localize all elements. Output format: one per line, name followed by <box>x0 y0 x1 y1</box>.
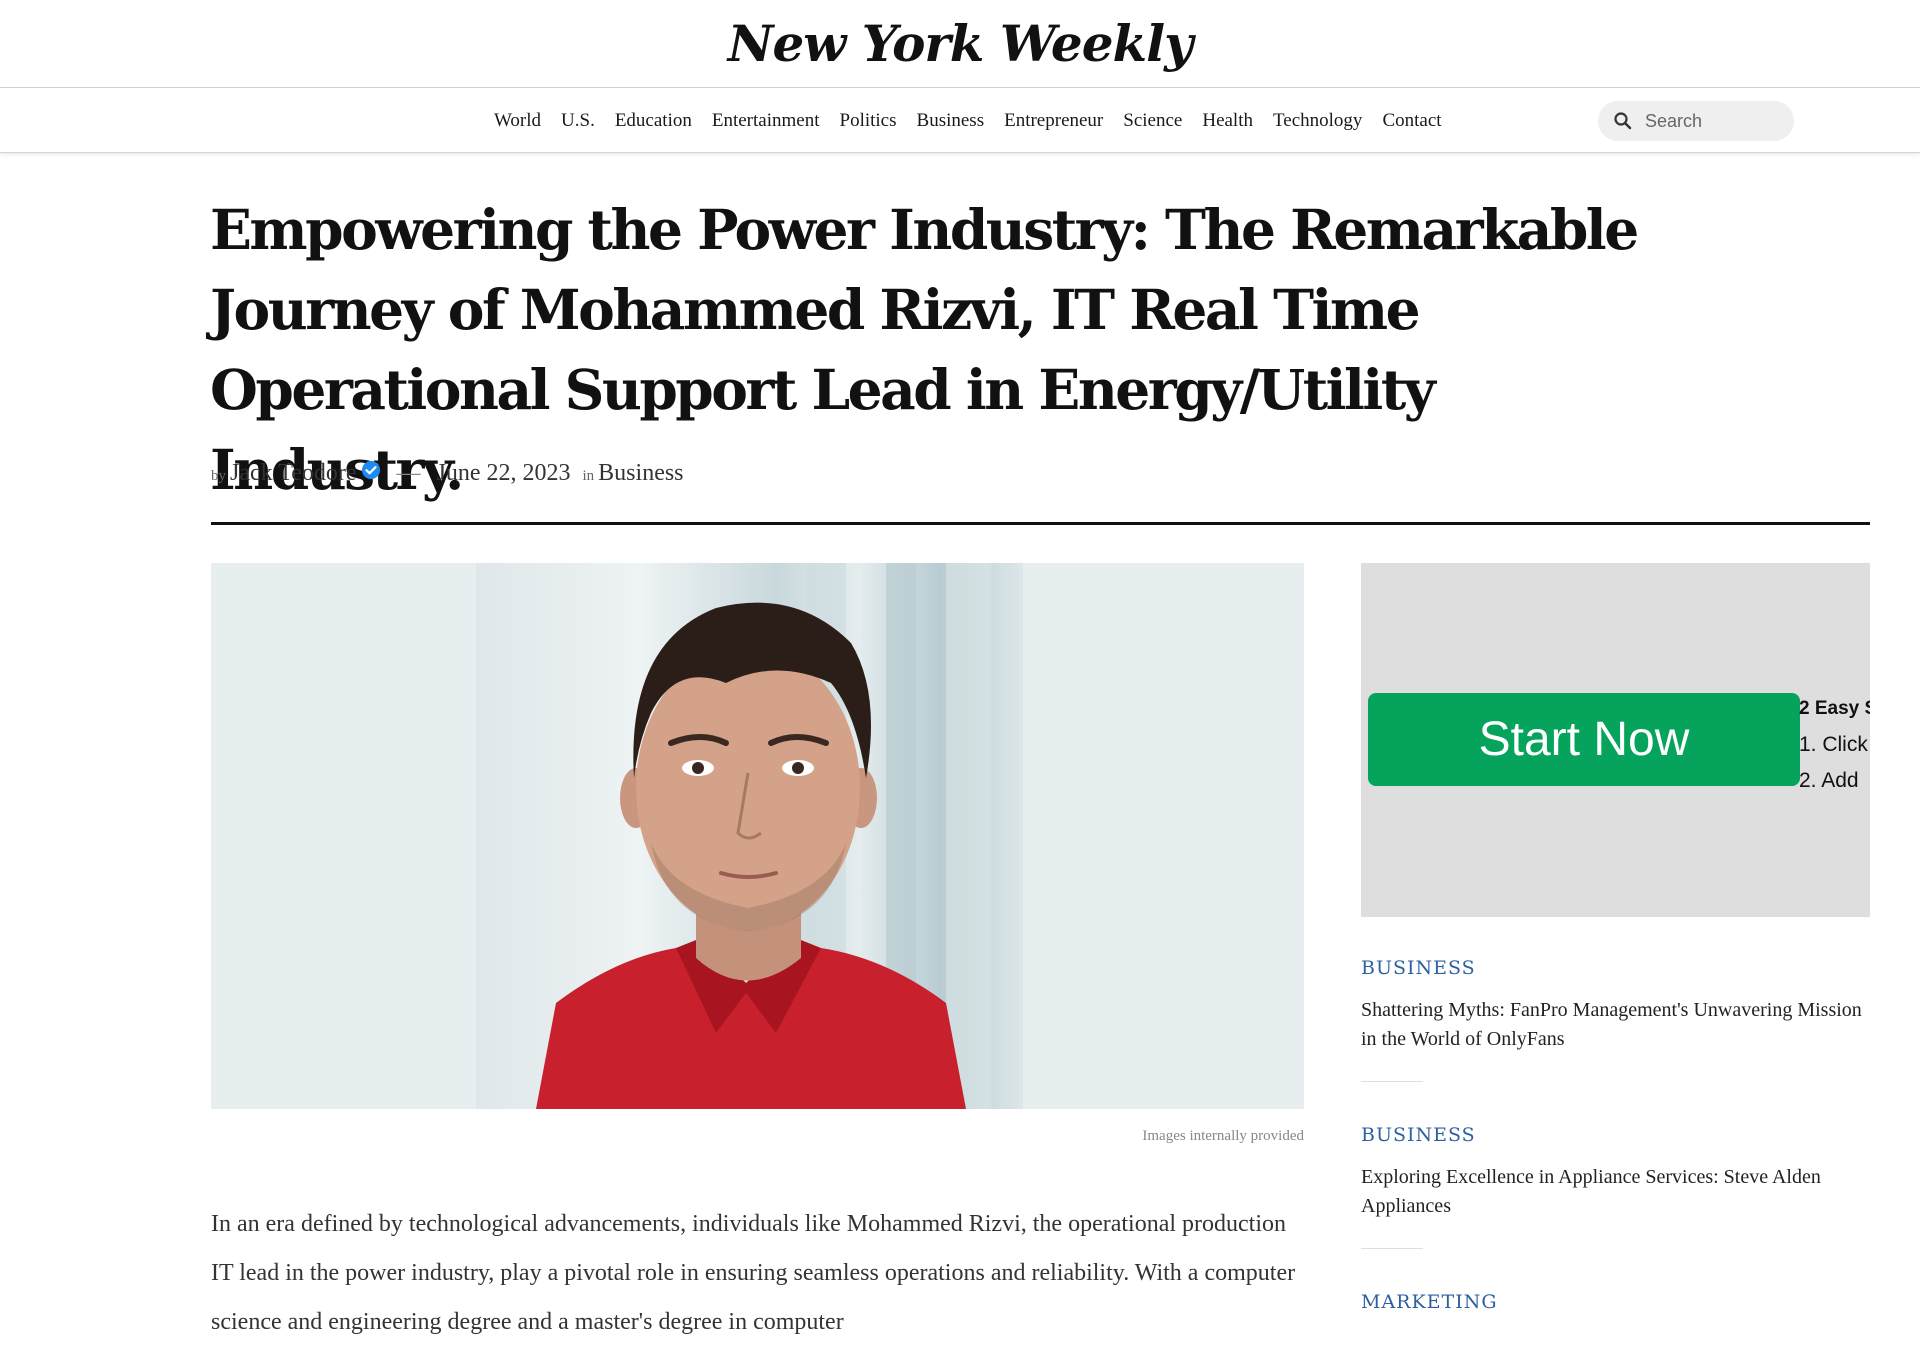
nav-item-us[interactable]: U.S. <box>561 110 595 132</box>
nav-item-business[interactable]: Business <box>917 110 985 132</box>
sidebar-post-category[interactable]: BUSINESS <box>1361 1124 1870 1146</box>
ad-steps-title: 2 Easy S <box>1799 698 1870 719</box>
nav-item-politics[interactable]: Politics <box>840 110 897 132</box>
site-logo[interactable]: New York Weekly <box>728 14 1193 73</box>
meta-separator: — <box>396 460 421 486</box>
featured-image <box>211 563 1304 1109</box>
author-portrait <box>476 563 1023 1109</box>
sidebar-post-category[interactable]: BUSINESS <box>1361 957 1870 979</box>
in-label: in <box>582 468 595 484</box>
masthead: New York Weekly <box>0 0 1920 88</box>
ad-step-2: 2. Add <box>1799 769 1859 792</box>
nav-item-health[interactable]: Health <box>1202 110 1253 132</box>
sidebar-post-title[interactable]: Exploring Excellence in Appliance Servic… <box>1361 1163 1870 1221</box>
main-nav: World U.S. Education Entertainment Polit… <box>0 88 1920 153</box>
sidebar-post: BUSINESS Exploring Excellence in Applian… <box>1361 1124 1870 1249</box>
nav-item-world[interactable]: World <box>494 110 541 132</box>
search-input[interactable] <box>1645 110 1785 132</box>
by-label: by <box>211 468 226 484</box>
header-divider <box>211 522 1870 525</box>
author-link[interactable]: Jack Teodore <box>230 460 357 487</box>
sidebar-divider <box>1361 1081 1423 1082</box>
verified-badge-icon <box>361 461 380 479</box>
search-box[interactable] <box>1598 101 1794 141</box>
image-caption: Images internally provided <box>1142 1128 1304 1144</box>
sidebar-post-category[interactable]: MARKETING <box>1361 1291 1870 1313</box>
nav-item-contact[interactable]: Contact <box>1382 110 1441 132</box>
publish-date: June 22, 2023 <box>436 460 571 486</box>
nav-menu: World U.S. Education Entertainment Polit… <box>494 88 1462 153</box>
nav-item-entertainment[interactable]: Entertainment <box>712 110 820 132</box>
ad-steps: 2 Easy S 1. Click 2. Add <box>1799 691 1870 799</box>
sidebar-post: BUSINESS Shattering Myths: FanPro Manage… <box>1361 957 1870 1082</box>
nav-item-technology[interactable]: Technology <box>1273 110 1362 132</box>
search-icon[interactable] <box>1613 111 1633 131</box>
sidebar-post-title[interactable]: Shattering Myths: FanPro Management's Un… <box>1361 996 1870 1054</box>
sidebar-divider <box>1361 1248 1423 1249</box>
nav-item-entrepreneur[interactable]: Entrepreneur <box>1004 110 1103 132</box>
category-link[interactable]: Business <box>598 460 683 487</box>
nav-item-science[interactable]: Science <box>1123 110 1182 132</box>
ad-step-1: 1. Click <box>1799 733 1868 756</box>
sidebar-ad[interactable]: Start Now 2 Easy S 1. Click 2. Add <box>1361 563 1870 917</box>
sidebar-post: MARKETING <box>1361 1291 1870 1313</box>
article-meta: by Jack Teodore — June 22, 2023 in Busin… <box>211 460 684 487</box>
nav-item-education[interactable]: Education <box>615 110 692 132</box>
ad-start-now-button[interactable]: Start Now <box>1368 693 1800 786</box>
